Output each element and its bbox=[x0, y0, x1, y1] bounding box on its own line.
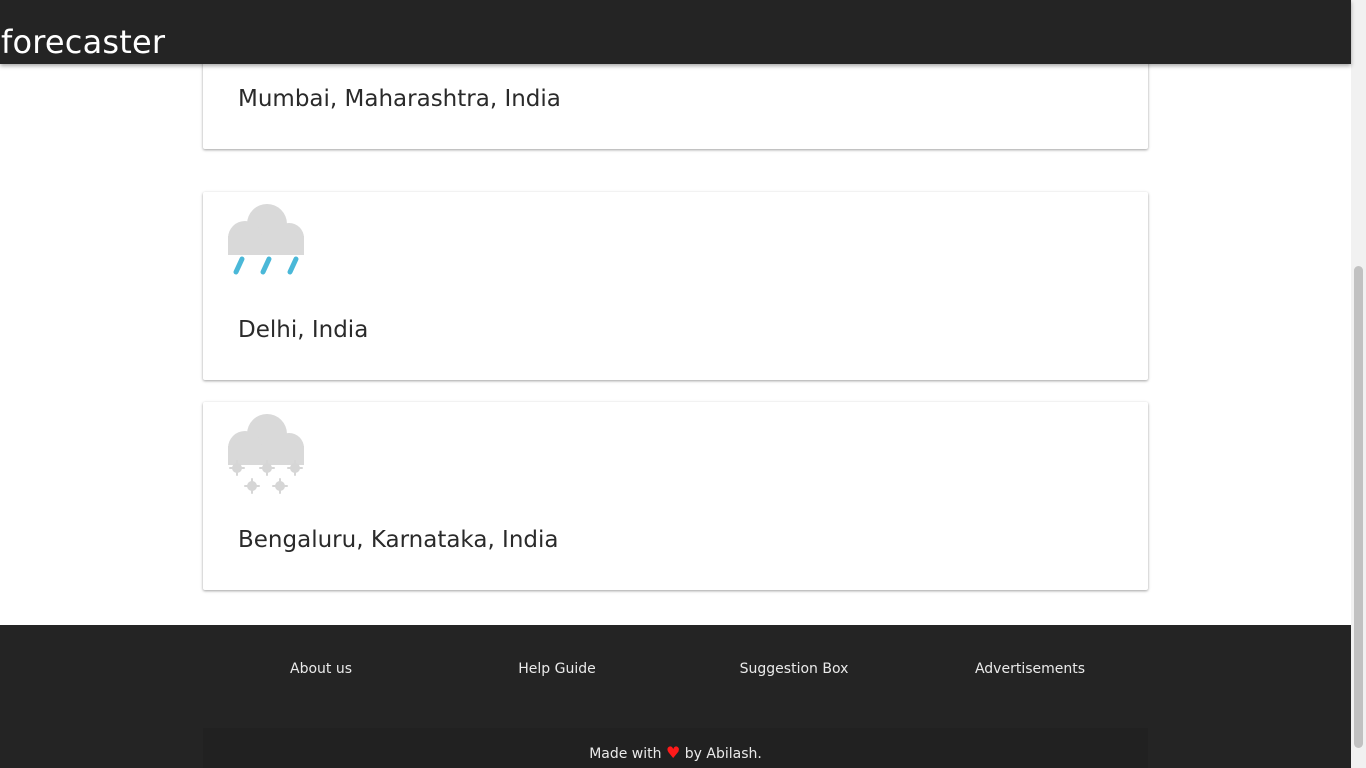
footer-link-suggestion-box[interactable]: Suggestion Box bbox=[740, 661, 849, 677]
page-footer: About us Help Guide Suggestion Box Adver… bbox=[0, 625, 1351, 768]
made-with-prefix: Made with bbox=[589, 746, 662, 762]
made-with-text: Made with ♥ by Abilash. bbox=[203, 743, 1148, 762]
city-card-delhi[interactable]: Delhi, India bbox=[203, 192, 1148, 380]
rain-icon bbox=[223, 200, 309, 284]
footer-link-help-guide[interactable]: Help Guide bbox=[518, 661, 595, 677]
city-name: Bengaluru, Karnataka, India bbox=[238, 527, 559, 553]
heart-icon: ♥ bbox=[665, 743, 681, 762]
footer-credits: Made with ♥ by Abilash. bbox=[203, 728, 1148, 768]
city-name: Delhi, India bbox=[238, 317, 369, 343]
city-name: Mumbai, Maharashtra, India bbox=[238, 86, 561, 112]
scrollbar-thumb[interactable] bbox=[1354, 266, 1363, 748]
app-header: forecaster bbox=[0, 0, 1351, 64]
city-card-bengaluru[interactable]: Bengaluru, Karnataka, India bbox=[203, 402, 1148, 590]
app-title[interactable]: forecaster bbox=[1, 20, 165, 64]
scrollbar[interactable] bbox=[1351, 0, 1366, 768]
snow-icon bbox=[223, 410, 309, 500]
footer-link-about-us[interactable]: About us bbox=[290, 661, 352, 677]
footer-link-advertisements[interactable]: Advertisements bbox=[975, 661, 1085, 677]
made-with-suffix: by Abilash. bbox=[684, 746, 762, 762]
